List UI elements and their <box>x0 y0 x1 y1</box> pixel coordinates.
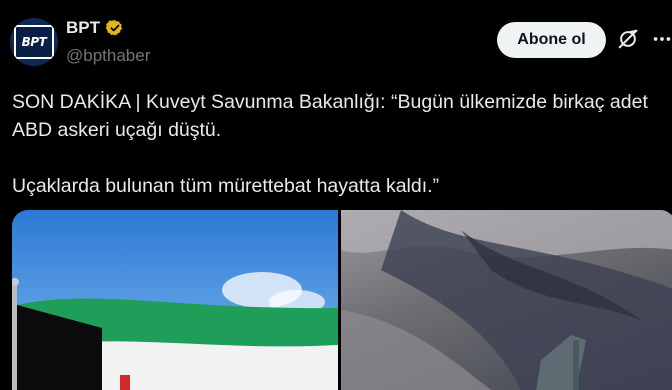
author-name-row: BPT <box>66 18 124 38</box>
tweet-text: SON DAKİKA | Kuveyt Savunma Bakanlığı: “… <box>12 91 648 197</box>
kuwait-flag-illustration <box>12 272 338 390</box>
bpt-logo-icon: BPT <box>14 25 54 59</box>
media-grid <box>12 210 672 390</box>
kuwait-flag-image[interactable] <box>12 210 338 390</box>
aerial-aircraft-image[interactable] <box>341 210 672 390</box>
verified-badge-icon <box>106 20 123 36</box>
aerial-terrain-illustration <box>341 210 672 390</box>
avatar[interactable]: BPT <box>10 18 58 66</box>
author-display-name[interactable]: BPT <box>66 18 100 38</box>
follow-button[interactable]: Abone ol <box>497 22 606 58</box>
author-handle[interactable]: @bpthaber <box>66 46 150 66</box>
grok-icon[interactable] <box>617 28 639 50</box>
more-options-icon[interactable] <box>651 28 672 50</box>
